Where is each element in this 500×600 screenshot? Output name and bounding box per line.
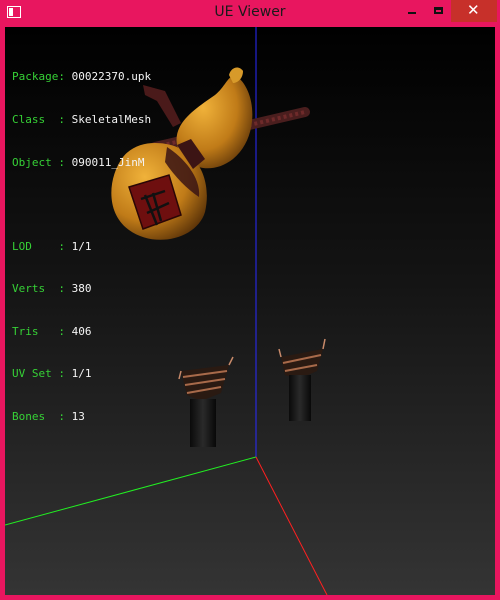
info-row-package: Package: 00022370.upk [12,70,152,84]
y-axis-line [5,456,257,526]
info-row-uvset: UV Set : 1/1 [12,367,92,381]
minimize-icon [408,12,416,14]
3d-viewport[interactable]: Package: 00022370.upk Class : SkeletalMe… [5,27,495,595]
info-row-object: Object : 090011_JinM [12,155,145,169]
info-row-tris: Tris : 406 [12,324,92,338]
info-row-verts: Verts : 380 [12,282,92,296]
minimize-button[interactable] [398,0,426,22]
close-icon: ✕ [467,1,480,19]
info-row-class: Class : SkeletalMesh [12,113,152,127]
info-spacer [12,198,151,211]
mesh-info-overlay: Package: 00022370.upk Class : SkeletalMe… [12,42,151,453]
close-button[interactable]: ✕ [451,0,497,22]
maximize-button[interactable] [425,0,453,22]
title-bar[interactable]: UE Viewer ✕ [0,0,500,26]
x-axis-line [255,456,328,595]
maximize-icon [434,7,443,14]
pillar-model-left [178,356,234,447]
pillar-model-right [278,338,326,421]
info-row-lod: LOD : 1/1 [12,239,92,253]
info-row-bones: Bones : 13 [12,410,85,424]
app-window: UE Viewer ✕ Package: 00022370.upk Class … [0,0,500,600]
